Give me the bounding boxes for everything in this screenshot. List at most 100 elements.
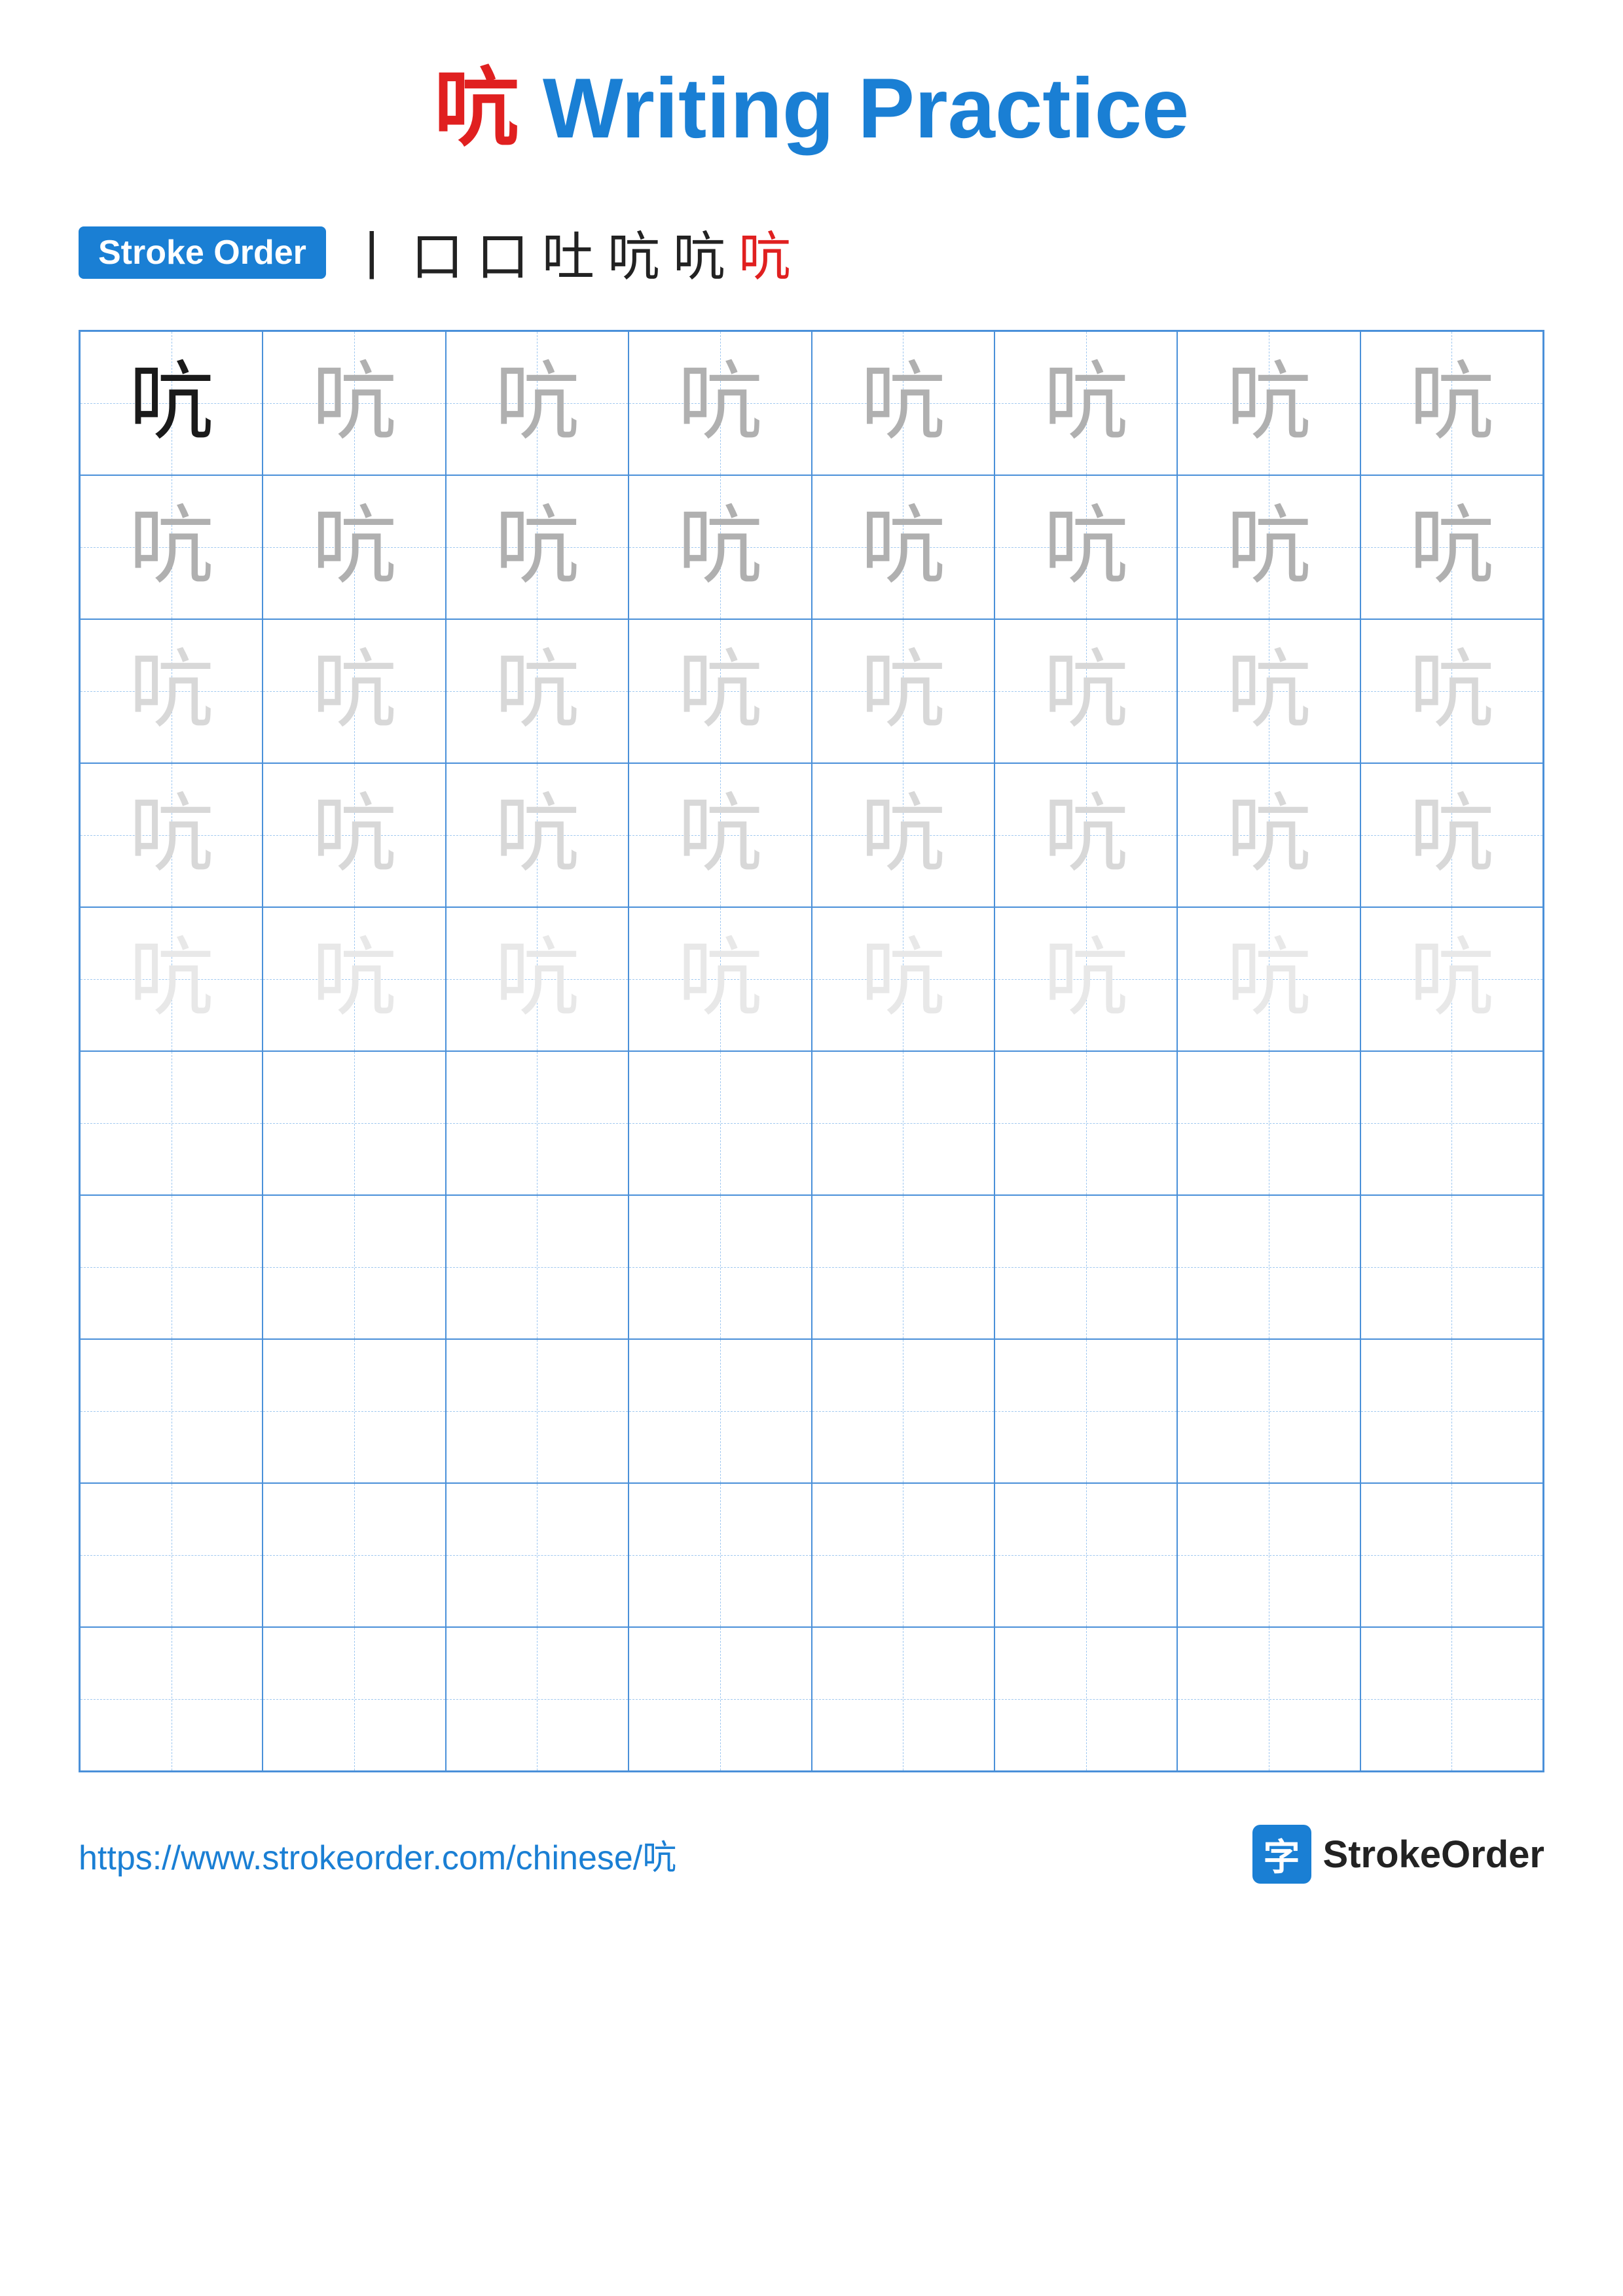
grid-cell-r2-c4[interactable]: 吭 (812, 619, 994, 763)
char-r2-c5: 吭 (1044, 649, 1129, 734)
grid-cell-r6-c3[interactable] (629, 1195, 811, 1339)
grid-cell-r0-c6[interactable]: 吭 (1177, 331, 1360, 475)
grid-cell-r3-c7[interactable]: 吭 (1360, 763, 1543, 907)
grid-cell-r4-c3[interactable]: 吭 (629, 907, 811, 1051)
grid-cell-r6-c5[interactable] (994, 1195, 1177, 1339)
grid-cell-r4-c5[interactable]: 吭 (994, 907, 1177, 1051)
grid-cell-r5-c1[interactable] (263, 1051, 445, 1195)
grid-cell-r6-c4[interactable] (812, 1195, 994, 1339)
grid-cell-r7-c5[interactable] (994, 1339, 1177, 1483)
char-r2-c7: 吭 (1409, 649, 1494, 734)
grid-cell-r4-c2[interactable]: 吭 (446, 907, 629, 1051)
grid-cell-r3-c5[interactable]: 吭 (994, 763, 1177, 907)
grid-cell-r2-c5[interactable]: 吭 (994, 619, 1177, 763)
grid-cell-r0-c3[interactable]: 吭 (629, 331, 811, 475)
stroke-2: 口 (411, 215, 464, 291)
char-r2-c6: 吭 (1226, 649, 1311, 734)
char-r2-c2: 吭 (494, 649, 579, 734)
grid-cell-r1-c7[interactable]: 吭 (1360, 475, 1543, 619)
grid-cell-r9-c0[interactable] (80, 1627, 263, 1771)
brand-icon-char: 字 (1264, 1828, 1300, 1881)
grid-cell-r4-c6[interactable]: 吭 (1177, 907, 1360, 1051)
stroke-order-row: Stroke Order 丨 口 口 吐 吭 吭 吭 (79, 215, 1544, 291)
char-r0-c2: 吭 (494, 361, 579, 446)
grid-cell-r6-c1[interactable] (263, 1195, 445, 1339)
char-r3-c7: 吭 (1409, 793, 1494, 878)
brand-name: StrokeOrder (1323, 1833, 1544, 1876)
grid-cell-r5-c3[interactable] (629, 1051, 811, 1195)
char-r0-c4: 吭 (860, 361, 945, 446)
grid-cell-r6-c2[interactable] (446, 1195, 629, 1339)
grid-cell-r1-c1[interactable]: 吭 (263, 475, 445, 619)
grid-cell-r4-c4[interactable]: 吭 (812, 907, 994, 1051)
grid-cell-r4-c7[interactable]: 吭 (1360, 907, 1543, 1051)
grid-cell-r2-c1[interactable]: 吭 (263, 619, 445, 763)
grid-cell-r2-c0[interactable]: 吭 (80, 619, 263, 763)
footer-brand: 字 StrokeOrder (1252, 1825, 1544, 1884)
grid-cell-r3-c1[interactable]: 吭 (263, 763, 445, 907)
grid-cell-r0-c4[interactable]: 吭 (812, 331, 994, 475)
grid-cell-r0-c5[interactable]: 吭 (994, 331, 1177, 475)
grid-cell-r4-c0[interactable]: 吭 (80, 907, 263, 1051)
grid-cell-r1-c4[interactable]: 吭 (812, 475, 994, 619)
grid-cell-r9-c5[interactable] (994, 1627, 1177, 1771)
grid-cell-r1-c3[interactable]: 吭 (629, 475, 811, 619)
char-r3-c3: 吭 (678, 793, 763, 878)
grid-cell-r2-c6[interactable]: 吭 (1177, 619, 1360, 763)
grid-cell-r8-c1[interactable] (263, 1483, 445, 1627)
char-r1-c0: 吭 (129, 505, 214, 590)
grid-cell-r1-c0[interactable]: 吭 (80, 475, 263, 619)
grid-cell-r2-c7[interactable]: 吭 (1360, 619, 1543, 763)
grid-cell-r8-c3[interactable] (629, 1483, 811, 1627)
grid-cell-r8-c6[interactable] (1177, 1483, 1360, 1627)
grid-cell-r5-c4[interactable] (812, 1051, 994, 1195)
grid-cell-r9-c3[interactable] (629, 1627, 811, 1771)
grid-cell-r9-c4[interactable] (812, 1627, 994, 1771)
grid-cell-r8-c2[interactable] (446, 1483, 629, 1627)
grid-cell-r7-c1[interactable] (263, 1339, 445, 1483)
grid-cell-r7-c2[interactable] (446, 1339, 629, 1483)
char-r2-c0: 吭 (129, 649, 214, 734)
grid-cell-r8-c4[interactable] (812, 1483, 994, 1627)
grid-cell-r8-c5[interactable] (994, 1483, 1177, 1627)
grid-cell-r4-c1[interactable]: 吭 (263, 907, 445, 1051)
grid-cell-r1-c2[interactable]: 吭 (446, 475, 629, 619)
stroke-1: 丨 (346, 215, 398, 291)
grid-cell-r7-c6[interactable] (1177, 1339, 1360, 1483)
grid-cell-r5-c2[interactable] (446, 1051, 629, 1195)
grid-cell-r6-c7[interactable] (1360, 1195, 1543, 1339)
grid-cell-r5-c7[interactable] (1360, 1051, 1543, 1195)
grid-cell-r5-c5[interactable] (994, 1051, 1177, 1195)
grid-cell-r3-c6[interactable]: 吭 (1177, 763, 1360, 907)
char-r4-c1: 吭 (312, 937, 397, 1022)
grid-cell-r6-c0[interactable] (80, 1195, 263, 1339)
grid-cell-r0-c7[interactable]: 吭 (1360, 331, 1543, 475)
brand-icon: 字 (1252, 1825, 1311, 1884)
grid-cell-r2-c2[interactable]: 吭 (446, 619, 629, 763)
grid-cell-r1-c6[interactable]: 吭 (1177, 475, 1360, 619)
grid-cell-r9-c7[interactable] (1360, 1627, 1543, 1771)
grid-cell-r8-c7[interactable] (1360, 1483, 1543, 1627)
grid-cell-r9-c1[interactable] (263, 1627, 445, 1771)
grid-cell-r7-c7[interactable] (1360, 1339, 1543, 1483)
grid-cell-r1-c5[interactable]: 吭 (994, 475, 1177, 619)
grid-cell-r5-c0[interactable] (80, 1051, 263, 1195)
grid-cell-r0-c1[interactable]: 吭 (263, 331, 445, 475)
grid-cell-r9-c2[interactable] (446, 1627, 629, 1771)
grid-cell-r3-c0[interactable]: 吭 (80, 763, 263, 907)
grid-cell-r5-c6[interactable] (1177, 1051, 1360, 1195)
grid-cell-r8-c0[interactable] (80, 1483, 263, 1627)
grid-cell-r2-c3[interactable]: 吭 (629, 619, 811, 763)
grid-cell-r7-c0[interactable] (80, 1339, 263, 1483)
grid-cell-r0-c2[interactable]: 吭 (446, 331, 629, 475)
grid-cell-r7-c4[interactable] (812, 1339, 994, 1483)
grid-cell-r6-c6[interactable] (1177, 1195, 1360, 1339)
grid-cell-r7-c3[interactable] (629, 1339, 811, 1483)
stroke-4: 吐 (542, 215, 594, 291)
title-text: Writing Practice (543, 60, 1189, 156)
grid-cell-r3-c3[interactable]: 吭 (629, 763, 811, 907)
grid-cell-r3-c2[interactable]: 吭 (446, 763, 629, 907)
grid-cell-r0-c0[interactable]: 吭 (80, 331, 263, 475)
grid-cell-r9-c6[interactable] (1177, 1627, 1360, 1771)
grid-cell-r3-c4[interactable]: 吭 (812, 763, 994, 907)
